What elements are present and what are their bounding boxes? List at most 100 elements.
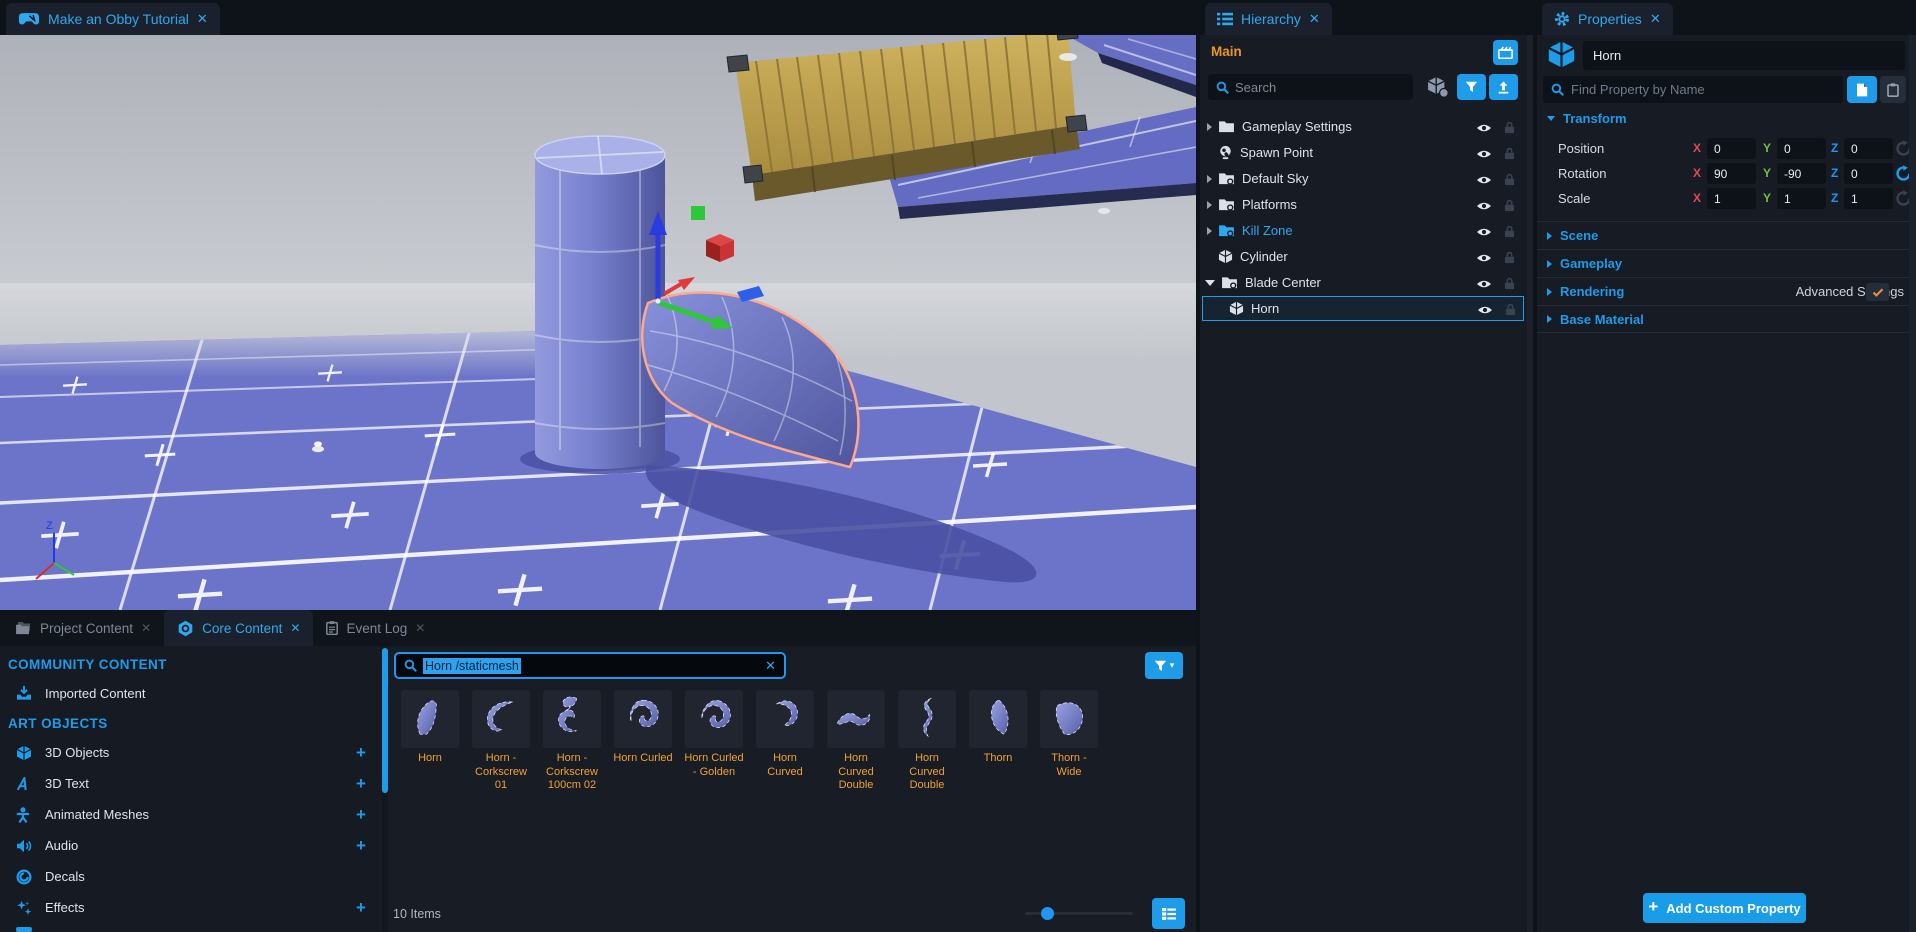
scale-x-input[interactable]: 1	[1707, 188, 1756, 209]
advanced-settings-checkbox[interactable]	[1866, 283, 1889, 301]
scale-z-input[interactable]: 1	[1844, 188, 1893, 209]
lock-icon[interactable]	[1505, 301, 1516, 316]
tree-row-horn[interactable]: Horn	[1202, 296, 1524, 321]
transform-section-header[interactable]: Transform	[1547, 111, 1627, 126]
add-icon[interactable]: +	[356, 898, 366, 918]
tree-row-kill-zone[interactable]: Kill Zone	[1202, 218, 1524, 243]
lock-icon[interactable]	[1504, 145, 1515, 160]
hierarchy-scrollbar[interactable]	[1527, 35, 1533, 932]
close-icon[interactable]: ✕	[290, 621, 300, 635]
properties-tab[interactable]: Properties ✕	[1542, 3, 1673, 35]
tab-core-content[interactable]: Core Content ✕	[164, 610, 313, 646]
add-icon[interactable]: +	[356, 805, 366, 825]
section-gameplay[interactable]: Gameplay	[1537, 249, 1916, 277]
slider-thumb[interactable]	[1041, 907, 1054, 920]
tree-row-platforms[interactable]: Platforms	[1202, 192, 1524, 217]
add-icon[interactable]: +	[356, 774, 366, 794]
hierarchy-filter-button[interactable]	[1457, 74, 1486, 100]
asset-search-input[interactable]: Horn /staticmesh ✕	[394, 652, 786, 679]
asset-tile[interactable]: Horn Curved Double	[898, 690, 956, 793]
sidebar-item-audio[interactable]: Audio +	[0, 830, 382, 861]
3d-viewport[interactable]: Z	[0, 35, 1196, 610]
gizmo-red-cube[interactable]	[706, 234, 734, 262]
visibility-eye-icon[interactable]	[1476, 119, 1492, 134]
tree-row-spawn-point[interactable]: Spawn Point	[1202, 140, 1524, 165]
close-icon[interactable]: ✕	[1650, 11, 1661, 27]
tree-row-gameplay-settings[interactable]: Gameplay Settings	[1202, 114, 1524, 139]
scale-y-input[interactable]: 1	[1777, 188, 1826, 209]
object-name-field[interactable]: Horn	[1583, 41, 1905, 70]
rotation-y-input[interactable]: -90	[1777, 163, 1826, 184]
sidebar-item-3d-text[interactable]: 3D Text +	[0, 768, 382, 799]
properties-scrollbar[interactable]	[1909, 35, 1916, 932]
clear-search-icon[interactable]: ✕	[765, 658, 776, 674]
lock-icon[interactable]	[1504, 249, 1515, 264]
gizmo-green-handle[interactable]	[691, 206, 705, 220]
expand-arrow-icon[interactable]	[1207, 123, 1212, 131]
collapse-arrow-icon[interactable]	[1205, 280, 1215, 286]
asset-tile[interactable]: Horn - Corkscrew 01	[472, 690, 530, 793]
asset-tile[interactable]: Horn - Corkscrew 100cm 02	[543, 690, 601, 793]
sidebar-item-decals[interactable]: Decals	[0, 861, 382, 892]
close-icon[interactable]: ✕	[141, 621, 151, 635]
view-mode-button[interactable]	[1152, 898, 1185, 929]
expand-arrow-icon[interactable]	[1207, 175, 1212, 183]
visibility-eye-icon[interactable]	[1476, 275, 1492, 290]
paste-properties-button[interactable]	[1880, 76, 1906, 103]
tab-project-content[interactable]: Project Content ✕	[2, 610, 164, 646]
close-icon[interactable]: ✕	[415, 621, 425, 635]
asset-tile[interactable]: Thorn - Wide	[1040, 690, 1098, 793]
visibility-eye-icon[interactable]	[1476, 145, 1492, 160]
property-search-input[interactable]: Find Property by Name	[1543, 76, 1843, 103]
visibility-eye-icon[interactable]	[1476, 249, 1492, 264]
asset-tile[interactable]: Horn Curved	[756, 690, 814, 793]
screenshot-button[interactable]	[1493, 40, 1518, 65]
visibility-eye-icon[interactable]	[1476, 171, 1492, 186]
tab-event-log[interactable]: Event Log ✕	[313, 610, 438, 646]
add-icon[interactable]: +	[356, 836, 366, 856]
hierarchy-search-input[interactable]: Search	[1208, 74, 1413, 100]
cylinder-object[interactable]	[535, 136, 665, 469]
sidebar-item-effects[interactable]: Effects +	[0, 892, 382, 923]
hierarchy-tab[interactable]: Hierarchy ✕	[1205, 3, 1332, 35]
project-document-tab[interactable]: Make an Obby Tutorial ✕	[6, 3, 220, 35]
add-icon[interactable]: +	[356, 743, 366, 763]
lock-icon[interactable]	[1504, 275, 1515, 290]
asset-filter-button[interactable]: ▾	[1145, 652, 1183, 679]
visibility-eye-icon[interactable]	[1476, 197, 1492, 212]
asset-tile[interactable]: Horn Curled	[614, 690, 672, 793]
close-icon[interactable]: ✕	[197, 11, 208, 27]
rotation-x-input[interactable]: 90	[1707, 163, 1756, 184]
close-icon[interactable]: ✕	[1309, 11, 1320, 27]
expand-arrow-icon[interactable]	[1207, 201, 1212, 209]
section-base-material[interactable]: Base Material	[1537, 305, 1916, 333]
lock-icon[interactable]	[1504, 171, 1515, 186]
add-custom-property-button[interactable]: + Add Custom Property	[1643, 893, 1806, 923]
asset-tile[interactable]: Horn Curved Double	[827, 690, 885, 793]
position-y-input[interactable]: 0	[1777, 138, 1826, 159]
group-mode-icon[interactable]	[1426, 75, 1449, 98]
sidebar-item-imported-content[interactable]: Imported Content	[0, 678, 382, 709]
copy-properties-button[interactable]	[1847, 76, 1877, 103]
tree-row-default-sky[interactable]: Default Sky	[1202, 166, 1524, 191]
visibility-eye-icon[interactable]	[1477, 301, 1493, 316]
lock-icon[interactable]	[1504, 197, 1515, 212]
sidebar-item-animated-meshes[interactable]: Animated Meshes +	[0, 799, 382, 830]
position-x-input[interactable]: 0	[1707, 138, 1756, 159]
hierarchy-export-button[interactable]	[1489, 74, 1518, 100]
position-z-input[interactable]: 0	[1844, 138, 1893, 159]
asset-tile[interactable]: Horn Curled - Golden	[685, 690, 743, 793]
visibility-eye-icon[interactable]	[1476, 223, 1492, 238]
section-rendering[interactable]: Rendering Advanced Settings	[1537, 277, 1916, 305]
expand-arrow-icon[interactable]	[1207, 227, 1212, 235]
lock-icon[interactable]	[1504, 223, 1515, 238]
thumbnail-size-slider[interactable]	[1025, 912, 1133, 915]
sidebar-item-3d-objects[interactable]: 3D Objects +	[0, 737, 382, 768]
lock-icon[interactable]	[1504, 119, 1515, 134]
asset-tile[interactable]: Thorn	[969, 690, 1027, 793]
asset-tile[interactable]: Horn	[401, 690, 459, 793]
section-scene[interactable]: Scene	[1537, 221, 1916, 249]
rotation-z-input[interactable]: 0	[1844, 163, 1893, 184]
tree-row-blade-center[interactable]: Blade Center	[1202, 270, 1524, 295]
tree-row-cylinder[interactable]: Cylinder	[1202, 244, 1524, 269]
